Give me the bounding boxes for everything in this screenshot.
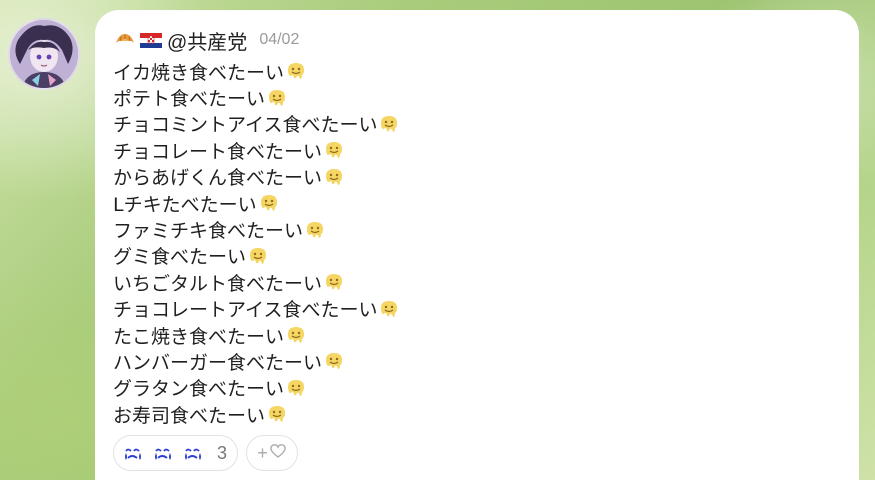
post-line-text: ファミチキ食べたーい (113, 220, 304, 243)
post-line: ファミチキ食べたーい (113, 216, 859, 242)
melting-face-icon (323, 139, 345, 161)
melting-face-icon (304, 219, 326, 241)
avatar-illustration (10, 20, 78, 88)
post-line: お寿司食べたーい (113, 401, 859, 427)
post-line-text: チョコミントアイス食べたーい (113, 114, 378, 137)
melting-face-icon (266, 87, 288, 109)
post-line-text: たこ焼き食べたーい (113, 325, 285, 348)
melting-face-icon (285, 60, 307, 82)
post-line-text: チョコレートアイス食べたーい (113, 299, 378, 322)
melting-face-icon (258, 192, 280, 214)
crying-face-icon (153, 443, 179, 463)
username[interactable]: @共産党 (167, 26, 247, 55)
post-line: チョコミントアイス食べたーい (113, 111, 859, 137)
post-line: グミ食べたーい (113, 243, 859, 269)
post-card: @共産党 04/02 イカ焼き食べたーい ポテト食べたーいチョコミントアイス食べた… (95, 10, 859, 480)
post-line-text: お寿司食べたーい (113, 404, 266, 427)
post-line: チョコレートアイス食べたーい (113, 296, 859, 322)
heart-outline-icon (269, 443, 287, 464)
melting-face-icon (285, 324, 307, 346)
crying-face-icon (123, 443, 149, 463)
add-reaction-button[interactable]: + (246, 435, 299, 472)
melting-face-icon (285, 377, 307, 399)
post-line: グラタン食べたーい (113, 375, 859, 401)
post-line-text: グラタン食べたーい (113, 378, 285, 401)
post-line-text: Lチキたべたーい (113, 193, 257, 216)
post-line: ハンバーガー食べたーい (113, 348, 859, 374)
post-line-text: チョコレート食べたーい (113, 140, 323, 163)
reaction-count: 3 (217, 442, 228, 463)
post-line-text: ハンバーガー食べたーい (113, 352, 323, 374)
add-reaction-label: + (257, 442, 268, 463)
post-line: たこ焼き食べたーい (113, 322, 859, 348)
croatia-flag-icon (139, 28, 163, 52)
melting-face-icon (266, 403, 288, 425)
reactions-bar: 3 + (113, 435, 859, 472)
post-line-text: いちごタルト食べたーい (113, 272, 323, 295)
post-header: @共産党 04/02 (113, 26, 859, 54)
post-line: いちごタルト食べたーい (113, 269, 859, 295)
post-line: Lチキたべたーい (113, 190, 859, 216)
melting-face-icon (323, 271, 345, 293)
post-line: ポテト食べたーい (113, 84, 859, 110)
post-line: チョコレート食べたーい (113, 137, 859, 163)
melting-face-icon (323, 166, 345, 188)
crying-face-icon (183, 443, 209, 463)
post-line-text: グミ食べたーい (113, 246, 247, 269)
croissant-icon (113, 28, 137, 52)
post-line-text: ポテト食べたーい (113, 88, 266, 111)
melting-face-icon (378, 298, 400, 320)
post-date[interactable]: 04/02 (259, 31, 299, 49)
avatar[interactable] (8, 18, 80, 90)
post-line-text: イカ焼き食べたーい (113, 61, 285, 84)
post-line-text: からあげくん食べたーい (113, 167, 323, 190)
melting-face-icon (378, 113, 400, 135)
post-line: イカ焼き食べたーい (113, 58, 859, 84)
melting-face-icon (323, 350, 345, 372)
post-line: からあげくん食べたーい (113, 164, 859, 190)
melting-face-icon (247, 245, 269, 267)
post-body: イカ焼き食べたーい ポテト食べたーいチョコミントアイス食べたーい チョコレート食べた… (113, 58, 859, 427)
reaction-button[interactable]: 3 (113, 435, 239, 472)
